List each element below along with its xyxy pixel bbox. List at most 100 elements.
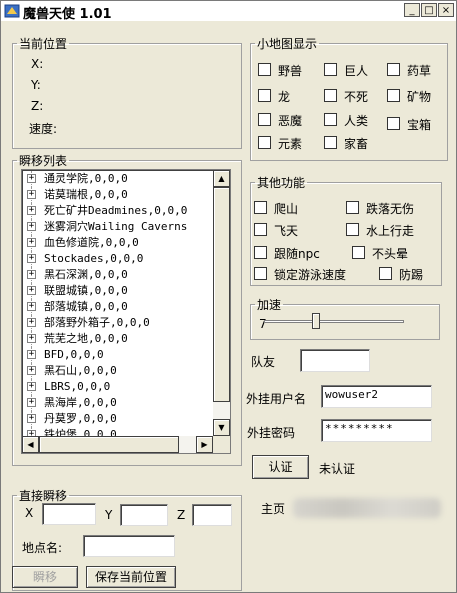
expand-icon[interactable]: + <box>27 190 36 199</box>
expand-icon[interactable]: + <box>27 414 36 423</box>
tree-vertical-scrollbar[interactable]: ▲ ▼ <box>213 170 230 436</box>
tree-item[interactable]: + 黑石山,0,0,0 <box>22 363 213 379</box>
direct-z-input[interactable] <box>192 504 232 526</box>
tree-item[interactable]: + LBRS,0,0,0 <box>22 379 213 395</box>
speedup-legend: 加速 <box>257 298 282 312</box>
minimize-button[interactable]: _ <box>404 3 420 17</box>
tree-item-label: 丹莫罗,0,0,0 <box>44 412 117 425</box>
tree-item[interactable]: + 黑石深渊,0,0,0 <box>22 267 213 283</box>
minimap-checkbox-4[interactable] <box>324 89 337 102</box>
other-checkbox-1[interactable] <box>346 201 359 214</box>
expand-icon[interactable]: + <box>27 174 36 183</box>
expand-icon[interactable]: + <box>27 270 36 279</box>
minimap-checkbox-10[interactable] <box>324 136 337 149</box>
scroll-down-button[interactable]: ▼ <box>213 419 230 436</box>
scroll-right-button[interactable]: ▶ <box>196 436 213 453</box>
app-icon <box>4 4 20 18</box>
other-checkbox-4[interactable] <box>254 246 267 259</box>
hscroll-thumb[interactable] <box>39 436 179 453</box>
minimap-option-label: 巨人 <box>344 64 369 78</box>
other-option-label: 跟随npc <box>274 247 320 261</box>
scroll-thumb[interactable] <box>213 187 230 402</box>
expand-icon[interactable]: + <box>27 318 36 327</box>
direct-x-label: X <box>25 506 34 520</box>
other-checkbox-3[interactable] <box>346 223 359 236</box>
other-checkbox-2[interactable] <box>254 223 267 236</box>
tree-item[interactable]: + 通灵学院,0,0,0 <box>22 171 213 187</box>
direct-x-input[interactable] <box>42 503 96 525</box>
window-title: 魔兽天使 1.01 <box>23 7 112 22</box>
expand-icon[interactable]: + <box>27 302 36 311</box>
expand-icon[interactable]: + <box>27 334 36 343</box>
minimap-checkbox-5[interactable] <box>387 89 400 102</box>
teleport-tree[interactable]: + 通灵学院,0,0,0 + 诺莫瑞根,0,0,0 + 死亡矿井Deadmines,0,0… <box>21 169 231 454</box>
minimap-checkbox-6[interactable] <box>258 113 271 126</box>
username-input[interactable]: wowuser2 <box>321 385 432 408</box>
tree-item[interactable]: + 联盟城镇,0,0,0 <box>22 283 213 299</box>
direct-y-input[interactable] <box>120 504 168 526</box>
other-option-label: 水上行走 <box>366 224 415 238</box>
tree-item[interactable]: + 血色修道院,0,0,0 <box>22 235 213 251</box>
tree-item[interactable]: + 部落城镇,0,0,0 <box>22 299 213 315</box>
tree-item[interactable]: + BFD,0,0,0 <box>22 347 213 363</box>
tree-item-label: 部落城镇,0,0,0 <box>44 300 128 313</box>
tree-item-label: BFD,0,0,0 <box>44 348 104 361</box>
minimap-option-label: 家畜 <box>344 137 369 151</box>
tree-item[interactable]: + 荒芜之地,0,0,0 <box>22 331 213 347</box>
place-name-input[interactable] <box>83 535 175 557</box>
expand-icon[interactable]: + <box>27 222 36 231</box>
tree-item-label: Stockades,0,0,0 <box>44 252 144 265</box>
speedup-group: 加速 <box>250 296 440 340</box>
minimap-option-label: 矿物 <box>407 90 432 104</box>
tree-item[interactable]: + 部落野外箱子,0,0,0 <box>22 315 213 331</box>
other-checkbox-6[interactable] <box>254 267 267 280</box>
tree-horizontal-scrollbar[interactable]: ◀ ▶ <box>22 436 213 453</box>
other-checkbox-7[interactable] <box>379 267 392 280</box>
minimap-checkbox-8[interactable] <box>387 117 400 130</box>
close-button[interactable]: × <box>438 3 454 17</box>
maximize-button[interactable]: □ <box>421 3 437 17</box>
tree-item[interactable]: + 迷雾洞穴Wailing Caverns <box>22 219 213 235</box>
minimap-option-label: 药草 <box>407 64 432 78</box>
tree-item-label: 通灵学院,0,0,0 <box>44 172 128 185</box>
expand-icon[interactable]: + <box>27 238 36 247</box>
homepage-label: 主页 <box>261 502 286 516</box>
other-checkbox-0[interactable] <box>254 201 267 214</box>
tree-item[interactable]: + 诺莫瑞根,0,0,0 <box>22 187 213 203</box>
teammate-input[interactable] <box>300 349 370 372</box>
tree-item-label: 黑石山,0,0,0 <box>44 364 117 377</box>
tree-item[interactable]: + 丹莫罗,0,0,0 <box>22 411 213 427</box>
speedup-slider-track[interactable] <box>264 320 404 323</box>
homepage-link-blurred[interactable] <box>293 498 441 518</box>
minimap-option-label: 野兽 <box>278 64 303 78</box>
expand-icon[interactable]: + <box>27 350 36 359</box>
tree-item[interactable]: + Stockades,0,0,0 <box>22 251 213 267</box>
save-position-button[interactable]: 保存当前位置 <box>86 566 176 588</box>
password-input[interactable]: ********* <box>321 419 432 442</box>
other-checkbox-5[interactable] <box>352 246 365 259</box>
teleport-button[interactable]: 瞬移 <box>12 566 78 588</box>
title-bar[interactable]: 魔兽天使 1.01 _ □ × <box>1 1 456 22</box>
minimap-checkbox-0[interactable] <box>258 63 271 76</box>
expand-icon[interactable]: + <box>27 206 36 215</box>
minimap-checkbox-2[interactable] <box>387 63 400 76</box>
tree-item-label: 血色修道院,0,0,0 <box>44 236 139 249</box>
minimap-checkbox-1[interactable] <box>324 63 337 76</box>
minimap-option-label: 龙 <box>278 90 291 104</box>
minimap-checkbox-7[interactable] <box>324 113 337 126</box>
speedup-slider-thumb[interactable] <box>311 313 320 329</box>
scroll-left-button[interactable]: ◀ <box>22 436 39 453</box>
scroll-up-button[interactable]: ▲ <box>213 170 230 187</box>
minimap-option-label: 不死 <box>344 90 369 104</box>
expand-icon[interactable]: + <box>27 398 36 407</box>
tree-item[interactable]: + 死亡矿井Deadmines,0,0,0 <box>22 203 213 219</box>
expand-icon[interactable]: + <box>27 382 36 391</box>
minimap-checkbox-9[interactable] <box>258 136 271 149</box>
expand-icon[interactable]: + <box>27 254 36 263</box>
expand-icon[interactable]: + <box>27 286 36 295</box>
auth-button[interactable]: 认证 <box>252 455 309 479</box>
tree-item[interactable]: + 黑海岸,0,0,0 <box>22 395 213 411</box>
expand-icon[interactable]: + <box>27 366 36 375</box>
minimap-checkbox-3[interactable] <box>258 89 271 102</box>
other-functions-legend: 其他功能 <box>257 176 306 190</box>
